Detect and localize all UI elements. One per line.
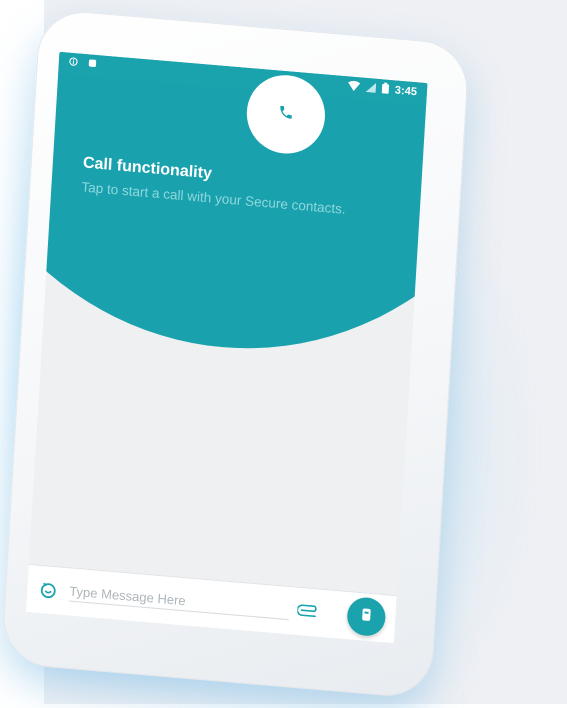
chat-area bbox=[28, 332, 410, 603]
signal-icon bbox=[365, 81, 377, 95]
emoji-icon[interactable] bbox=[39, 580, 58, 600]
phone-icon bbox=[277, 103, 294, 125]
attachment-icon[interactable] bbox=[296, 603, 320, 619]
info-icon bbox=[69, 57, 79, 70]
message-input[interactable] bbox=[68, 580, 290, 621]
phone-mockup: 3:45 Call functionality Tap to start a c… bbox=[0, 0, 567, 704]
onboarding-overlay bbox=[25, 51, 428, 375]
send-button[interactable] bbox=[346, 596, 387, 638]
send-icon bbox=[360, 607, 373, 627]
battery-icon bbox=[381, 82, 390, 97]
notification-icon bbox=[88, 58, 98, 71]
status-bar-left bbox=[69, 57, 98, 71]
status-time: 3:45 bbox=[394, 84, 418, 99]
phone-screen: 3:45 Call functionality Tap to start a c… bbox=[25, 51, 428, 644]
wifi-icon bbox=[347, 80, 361, 94]
phone-body: 3:45 Call functionality Tap to start a c… bbox=[0, 8, 470, 700]
status-bar-right: 3:45 bbox=[347, 79, 417, 99]
